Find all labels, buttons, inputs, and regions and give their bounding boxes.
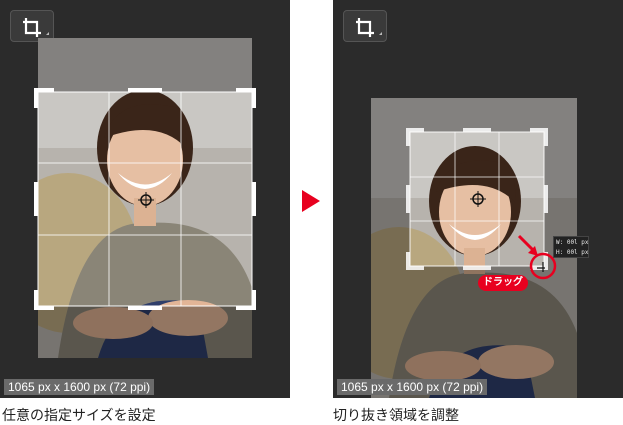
width-readout: W: 00l px (556, 239, 589, 246)
right-triangle-arrow-icon (302, 190, 320, 212)
size-readout-tooltip: W: 00l px H: 00l px (553, 236, 589, 258)
rotation-center-icon (138, 192, 154, 208)
right-caption: 切り抜き領域を調整 (333, 408, 459, 424)
left-caption: 任意の指定サイズを設定 (2, 408, 156, 424)
height-readout: H: 00l px (556, 249, 589, 256)
right-canvas-panel: 1065 px x 1600 px (72 ppi) (333, 0, 623, 398)
image-size-label: 1065 px x 1600 px (72 ppi) (337, 379, 488, 395)
drag-label-badge: ドラッグ (478, 275, 528, 291)
image-size-label: 1065 px x 1600 px (72 ppi) (4, 379, 155, 395)
left-canvas-panel: 1065 px x 1600 px (72 ppi) (0, 0, 290, 398)
crop-overlay (34, 38, 256, 358)
crop-overlay (371, 98, 577, 398)
rotation-center-icon (470, 191, 486, 207)
crop-handles (34, 88, 256, 310)
